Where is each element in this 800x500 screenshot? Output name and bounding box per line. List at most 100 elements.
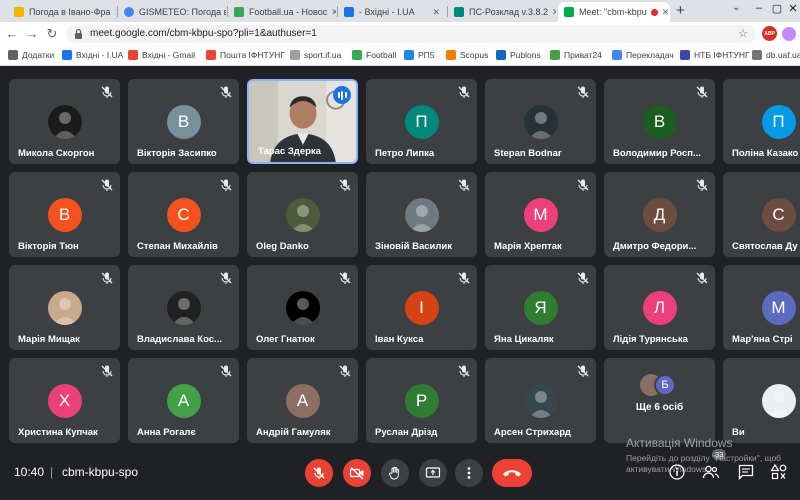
participant-tile[interactable]: Я Яна Цикаляк: [485, 265, 596, 350]
avatar-photo: [523, 384, 558, 418]
participant-name: Анна Рогалє: [137, 427, 196, 438]
bookmark-item[interactable]: Football: [352, 50, 396, 60]
microphone-toggle-button[interactable]: [305, 459, 333, 487]
watermark-title: Активація Windows: [626, 436, 733, 450]
participant-tile[interactable]: С Святослав Ду: [723, 172, 800, 257]
participant-tile[interactable]: Х Христина Купчак: [9, 358, 120, 443]
microphone-muted-icon: [576, 364, 590, 378]
browser-toolbar: ← → ↻ meet.google.com/cbm-kbpu-spo?pli=1…: [0, 22, 800, 46]
close-window-icon[interactable]: ✕: [786, 2, 800, 15]
participant-name: Марія Хрептак: [494, 241, 562, 252]
browser-tab-active[interactable]: Meet: "cbm-kbpu ✕: [558, 2, 670, 22]
raise-hand-button[interactable]: [381, 459, 409, 487]
participant-name: Святослав Ду: [732, 241, 798, 252]
avatar: Я: [523, 291, 558, 325]
participant-name: Лідія Турянська: [613, 334, 688, 345]
participant-tile[interactable]: Stepan Bodnar: [485, 79, 596, 164]
close-tab-icon[interactable]: ✕: [327, 7, 336, 18]
avatar-photo: [285, 198, 320, 232]
bookmark-item[interactable]: Пошта ІФНТУНГ: [206, 50, 285, 60]
avatar: В: [47, 198, 82, 232]
avatar: Х: [47, 384, 82, 418]
participant-tile[interactable]: А Андрій Гамуляк: [247, 358, 358, 443]
close-tab-icon[interactable]: ✕: [428, 7, 440, 18]
browser-tab[interactable]: GISMETEO: Погода в ✕: [118, 2, 226, 22]
microphone-muted-icon: [100, 271, 114, 285]
participant-tile[interactable]: В Вікторія Тюн: [9, 172, 120, 257]
participant-tile[interactable]: Олег Гнатюк: [247, 265, 358, 350]
participant-tile[interactable]: Владислава Кос...: [128, 265, 239, 350]
new-tab-plus-icon[interactable]: +: [676, 2, 685, 19]
browser-tab[interactable]: Погода в Івано-Фра ✕: [8, 2, 116, 22]
microphone-muted-icon: [338, 178, 352, 192]
maximize-icon[interactable]: ▢: [770, 2, 784, 15]
iua-favicon-icon: [344, 7, 354, 17]
adblock-extension-icon[interactable]: ABP: [762, 26, 777, 41]
participant-tile[interactable]: Л Лідія Турянська: [604, 265, 715, 350]
participant-tile[interactable]: І Іван Кукса: [366, 265, 477, 350]
close-tab-icon[interactable]: ✕: [548, 7, 556, 18]
bookmark-favicon-icon: [128, 50, 138, 60]
tab-search-chevron-icon[interactable]: ⌄: [732, 2, 740, 13]
participant-tile[interactable]: П Поліна Казако: [723, 79, 800, 164]
participant-tile[interactable]: Ви: [723, 358, 800, 443]
camera-toggle-button[interactable]: [343, 459, 371, 487]
address-bar[interactable]: meet.google.com/cbm-kbpu-spo?pli=1&authu…: [66, 25, 756, 43]
browser-tab-strip: Погода в Івано-Фра ✕ GISMETEO: Погода в …: [0, 0, 800, 22]
minimize-icon[interactable]: –: [752, 2, 766, 14]
avatar: П: [404, 105, 439, 139]
participant-tile[interactable]: Арсен Стрихард: [485, 358, 596, 443]
profile-avatar[interactable]: [782, 27, 796, 41]
participant-tile[interactable]: П Петро Липка: [366, 79, 477, 164]
participant-tile[interactable]: Марія Мищак: [9, 265, 120, 350]
bookmark-item[interactable]: sport.if.ua: [290, 50, 341, 60]
close-tab-icon[interactable]: ✕: [658, 7, 670, 18]
participant-tile[interactable]: М Мар'яна Стрі: [723, 265, 800, 350]
participant-tile[interactable]: Микола Скоргон: [9, 79, 120, 164]
bookmark-star-icon[interactable]: ☆: [738, 27, 748, 40]
microphone-muted-icon: [100, 178, 114, 192]
leave-call-button[interactable]: [492, 459, 532, 487]
participant-tile[interactable]: Зіновій Василик: [366, 172, 477, 257]
watermark-line: Перейдіть до розділу "Настройки", щоб: [626, 453, 782, 463]
more-participants-tile[interactable]: Б Ще 6 осіб: [604, 358, 715, 443]
present-screen-button[interactable]: [419, 459, 447, 487]
bookmark-item[interactable]: РП5: [404, 50, 435, 60]
schedule-favicon-icon: [454, 7, 464, 17]
participant-name: Oleg Danko: [256, 241, 309, 252]
microphone-off-icon: [313, 467, 325, 479]
participant-tile[interactable]: А Анна Рогалє: [128, 358, 239, 443]
back-arrow-icon[interactable]: ←: [4, 26, 20, 41]
bookmark-item[interactable]: Вхідні - I.UA: [62, 50, 123, 60]
bookmark-item[interactable]: Перекладач: [612, 50, 674, 60]
avatar: Д: [642, 198, 677, 232]
browser-tab[interactable]: ПС-Розклад v.3.8.2 ✕: [448, 2, 556, 22]
bookmark-item[interactable]: Приват24: [550, 50, 602, 60]
microphone-muted-icon: [576, 271, 590, 285]
bookmark-label: РП5: [418, 50, 435, 60]
bookmark-item[interactable]: НТБ ІФНТУНГ: [680, 50, 750, 60]
participant-tile[interactable]: Р Руслан Дрізд: [366, 358, 477, 443]
bookmark-label: db.uaf.ua: [766, 50, 800, 60]
participant-tile-active-speaker[interactable]: Тарас Здерка: [247, 79, 358, 164]
bookmark-item[interactable]: Додатки: [8, 50, 54, 60]
more-options-button[interactable]: [455, 459, 483, 487]
browser-tab[interactable]: - Вхідні - I.UA ✕: [338, 2, 446, 22]
lock-icon: [75, 28, 82, 39]
meet-favicon-icon: [564, 7, 574, 17]
forward-arrow-icon[interactable]: →: [24, 26, 40, 41]
participant-tile[interactable]: М Марія Хрептак: [485, 172, 596, 257]
bookmark-item[interactable]: Вхідні - Gmail: [128, 50, 195, 60]
avatar-photo: [761, 384, 796, 418]
reload-icon[interactable]: ↻: [44, 26, 60, 42]
participant-tile[interactable]: С Степан Михайлів: [128, 172, 239, 257]
participant-tile[interactable]: Д Дмитро Федори...: [604, 172, 715, 257]
bookmark-item[interactable]: db.uaf.ua: [752, 50, 800, 60]
participant-tile[interactable]: В Вікторія Засипко: [128, 79, 239, 164]
browser-tab[interactable]: Football.ua - Новос ✕: [228, 2, 336, 22]
close-tab-icon[interactable]: ✕: [110, 7, 116, 18]
bookmark-item[interactable]: Publons: [496, 50, 541, 60]
participant-tile[interactable]: Oleg Danko: [247, 172, 358, 257]
participant-tile[interactable]: В Володимир Росп...: [604, 79, 715, 164]
bookmark-item[interactable]: Scopus: [446, 50, 488, 60]
